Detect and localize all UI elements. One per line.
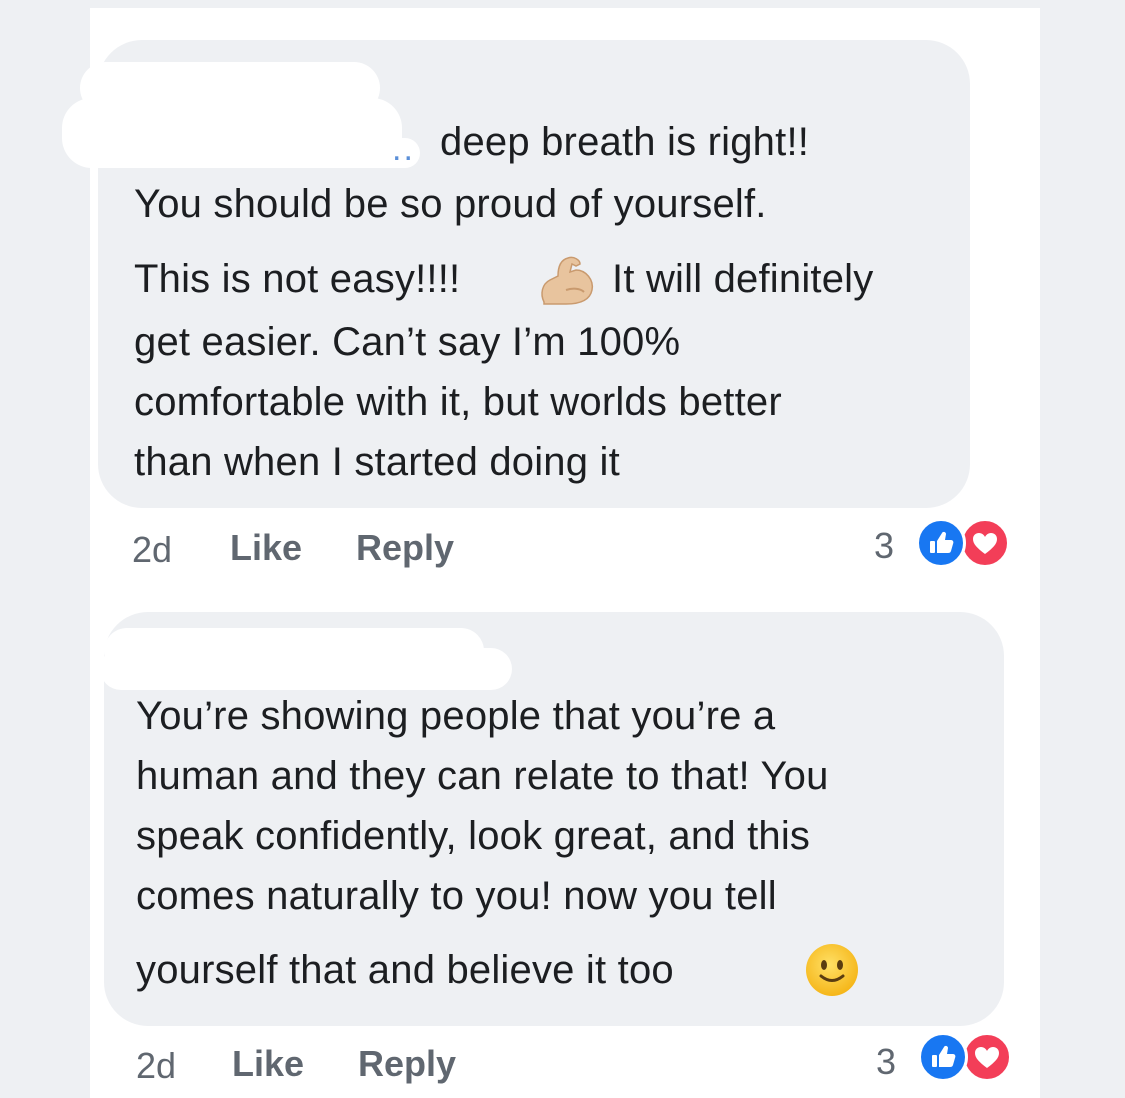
- comment-text: speak confidently, look great, and this: [136, 814, 811, 858]
- screenshot-page: .. deep breath is right!! You should be …: [0, 0, 1125, 1098]
- like-button[interactable]: Like: [230, 528, 302, 568]
- like-icon: [918, 1032, 968, 1082]
- comment-text: human and they can relate to that! You: [136, 754, 829, 798]
- comment-text: get easier. Can’t say I’m 100%: [134, 320, 681, 364]
- redacted-name: [62, 98, 402, 168]
- comment-text: comfortable with it, but worlds better: [134, 380, 782, 424]
- flexed-biceps-icon: [536, 254, 598, 311]
- timestamp: 2d: [132, 529, 173, 570]
- reply-button[interactable]: Reply: [358, 1044, 456, 1084]
- redacted-name: [100, 648, 512, 690]
- comment-text: You’re showing people that you’re a: [136, 694, 776, 738]
- love-icon: [960, 518, 1010, 568]
- reply-button[interactable]: Reply: [356, 528, 454, 568]
- comment-text: than when I started doing it: [134, 440, 620, 484]
- comment-text: This is not easy!!!!: [134, 257, 461, 301]
- comment-text: comes naturally to you! now you tell: [136, 874, 777, 918]
- comment-text: deep breath is right!!: [440, 120, 810, 164]
- like-icon: [916, 518, 966, 568]
- like-button[interactable]: Like: [232, 1044, 304, 1084]
- reaction-count[interactable]: 3: [874, 526, 894, 566]
- love-icon: [962, 1032, 1012, 1082]
- slightly-smiling-face-icon: [804, 942, 860, 1003]
- comment-text: You should be so proud of yourself.: [134, 182, 767, 226]
- mention-truncation: ..: [392, 130, 415, 168]
- comment-text: It will definitely: [612, 257, 874, 301]
- timestamp: 2d: [136, 1045, 177, 1086]
- comment-text: yourself that and believe it too: [136, 948, 674, 992]
- reaction-count[interactable]: 3: [876, 1042, 896, 1082]
